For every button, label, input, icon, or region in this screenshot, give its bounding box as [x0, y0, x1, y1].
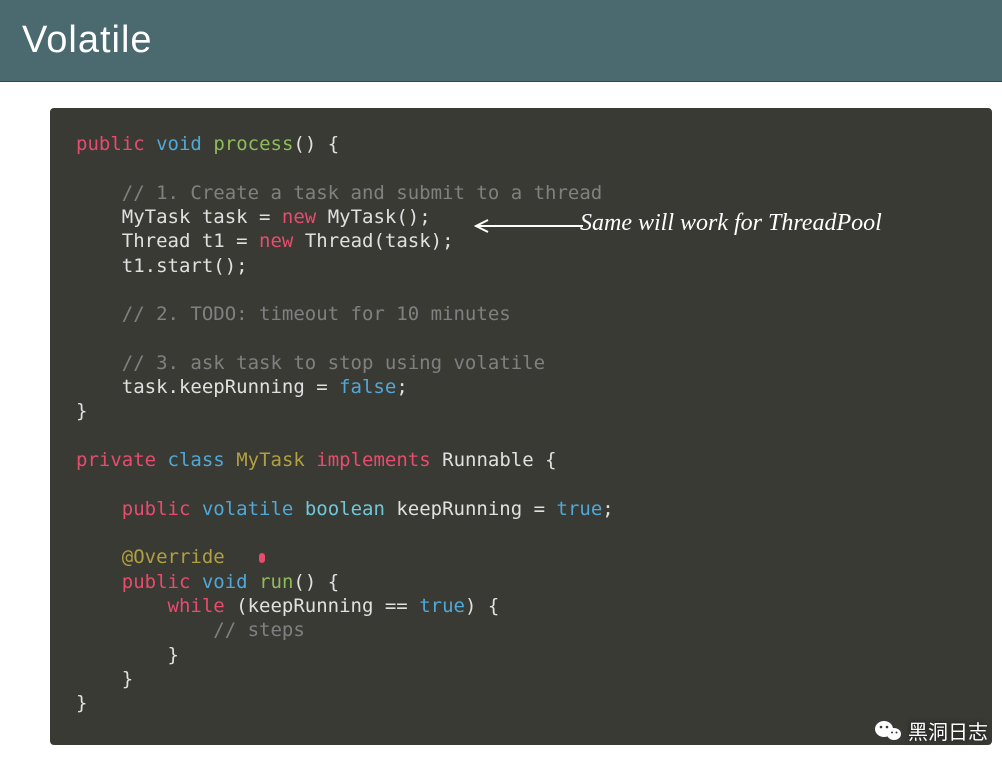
fn-name: process — [213, 133, 293, 155]
code-text: } — [168, 644, 179, 666]
cursor-icon — [259, 553, 265, 563]
code-text: t1.start(); — [122, 255, 248, 277]
code-text: Thread t1 = — [122, 230, 259, 252]
code-text: Thread(task); — [293, 230, 453, 252]
bool-literal: false — [339, 376, 396, 398]
kw-implements: implements — [316, 449, 430, 471]
indent — [76, 303, 122, 325]
indent — [76, 498, 122, 520]
code-text: MyTask(); — [316, 206, 430, 228]
kw-new: new — [282, 206, 316, 228]
watermark: 黑洞日志 — [874, 716, 988, 745]
indent — [76, 182, 122, 204]
annotation-text: Same will work for ThreadPool — [580, 208, 882, 239]
code-text: task.keepRunning = — [122, 376, 339, 398]
comment: // 1. Create a task and submit to a thre… — [122, 182, 602, 204]
indent — [76, 352, 122, 374]
code-block: public void process() { // 1. Create a t… — [50, 108, 992, 745]
kw-public: public — [122, 498, 191, 520]
bool-literal: true — [557, 498, 603, 520]
slide: Volatile public void process() { // 1. C… — [0, 0, 1002, 765]
code-text: } — [76, 400, 87, 422]
type-boolean: boolean — [305, 498, 385, 520]
kw-public: public — [76, 133, 145, 155]
slide-header: Volatile — [0, 0, 1002, 82]
indent — [76, 668, 122, 690]
kw-void: void — [156, 133, 202, 155]
indent — [76, 595, 168, 617]
kw-new: new — [259, 230, 293, 252]
indent — [76, 255, 122, 277]
slide-title: Volatile — [22, 19, 153, 62]
watermark-text: 黑洞日志 — [908, 716, 988, 745]
kw-void: void — [202, 571, 248, 593]
kw-class: class — [168, 449, 225, 471]
kw-while: while — [168, 595, 225, 617]
annotation-override: @Override — [122, 546, 225, 568]
comment: // steps — [213, 619, 305, 641]
wechat-icon — [874, 719, 902, 743]
code-text: ) { — [465, 595, 499, 617]
code-text: ; — [396, 376, 407, 398]
kw-public: public — [122, 571, 191, 593]
indent — [76, 230, 122, 252]
code-text: (keepRunning == — [225, 595, 419, 617]
kw-private: private — [76, 449, 156, 471]
indent — [76, 376, 122, 398]
code-text: keepRunning = — [385, 498, 557, 520]
code-text: ; — [602, 498, 613, 520]
iface-name: Runnable { — [442, 449, 556, 471]
arrow-icon — [468, 216, 588, 236]
indent — [76, 644, 168, 666]
kw-volatile: volatile — [202, 498, 294, 520]
code-text: MyTask task = — [122, 206, 282, 228]
comment: // 3. ask task to stop using volatile — [122, 352, 545, 374]
bool-literal: true — [419, 595, 465, 617]
class-name: MyTask — [236, 449, 305, 471]
code-text: () { — [293, 133, 339, 155]
indent — [76, 206, 122, 228]
indent — [76, 619, 213, 641]
indent — [76, 571, 122, 593]
code-text: } — [76, 692, 87, 714]
comment: // 2. TODO: timeout for 10 minutes — [122, 303, 511, 325]
code-text: } — [122, 668, 133, 690]
code-text: () { — [293, 571, 339, 593]
indent — [76, 546, 122, 568]
fn-name: run — [259, 571, 293, 593]
